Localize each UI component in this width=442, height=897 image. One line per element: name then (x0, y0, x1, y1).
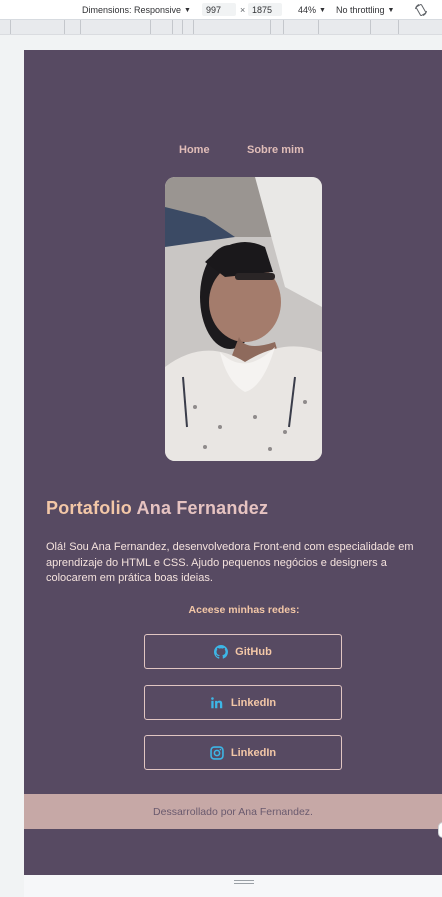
bio-paragraph: Olá! Sou Ana Fernandez, desenvolvedora F… (46, 540, 442, 587)
bio-line: aprendizaje do HTML e CSS. Ajudo pequeno… (46, 556, 387, 569)
instagram-button[interactable]: LinkedIn (144, 735, 342, 770)
dimensions-label: Dimensions: Responsive (82, 5, 182, 15)
height-input[interactable]: 1875 (248, 3, 282, 16)
github-button-label: GitHub (235, 645, 272, 658)
profile-photo (165, 177, 322, 461)
title-highlight: Portafolio (46, 498, 132, 518)
page-viewport: Home Sobre mim Portafolio Ana Fernandez … (24, 50, 442, 875)
devtools-bottom-strip (24, 875, 442, 897)
nav-link-home[interactable]: Home (179, 144, 210, 156)
rotate-icon[interactable] (414, 3, 428, 17)
side-resize-handle[interactable] (438, 822, 442, 838)
width-value: 997 (206, 4, 222, 15)
bio-line: colocarem em prática boas ideias. (46, 572, 213, 584)
github-button[interactable]: GitHub (144, 634, 342, 669)
linkedin-icon (210, 696, 224, 710)
instagram-icon (210, 745, 224, 760)
github-icon (214, 644, 229, 659)
caret-down-icon: ▼ (387, 6, 395, 14)
device-ruler (0, 20, 442, 35)
linkedin-button-label: LinkedIn (230, 696, 277, 709)
nav-link-sobre-mim[interactable]: Sobre mim (247, 144, 304, 156)
bio-line: Olá! Sou Ana Fernandez, desenvolvedora F… (46, 541, 414, 553)
zoom-label: 44% (298, 5, 317, 15)
width-input[interactable]: 997 (202, 3, 236, 16)
caret-down-icon: ▼ (184, 6, 191, 14)
resize-handle-icon[interactable] (234, 880, 254, 886)
profile-photo-illustration (165, 177, 322, 461)
zoom-dropdown[interactable]: 44% ▼ (298, 0, 326, 20)
caret-down-icon: ▼ (319, 6, 326, 14)
linkedin-button[interactable]: LinkedIn (144, 685, 342, 720)
times-separator: × (240, 5, 246, 15)
throttling-label: No throttling (336, 5, 385, 15)
page-title: Portafolio Ana Fernandez (46, 498, 268, 519)
footer-text: Dessarrollado por Ana Fernandez. (153, 805, 313, 818)
devtools-toolbar: Dimensions: Responsive ▼ 997 × 1875 44% … (0, 0, 442, 20)
instagram-button-label: LinkedIn (230, 746, 277, 759)
main-nav: Home Sobre mim (24, 144, 442, 160)
height-value: 1875 (252, 4, 273, 15)
title-name: Ana Fernandez (136, 498, 269, 518)
socials-heading: Aceese minhas redes: (188, 604, 300, 616)
page-footer: Dessarrollado por Ana Fernandez. (24, 794, 442, 829)
dimensions-dropdown[interactable]: Dimensions: Responsive ▼ (82, 0, 191, 20)
throttling-dropdown[interactable]: No throttling ▼ (336, 0, 394, 20)
